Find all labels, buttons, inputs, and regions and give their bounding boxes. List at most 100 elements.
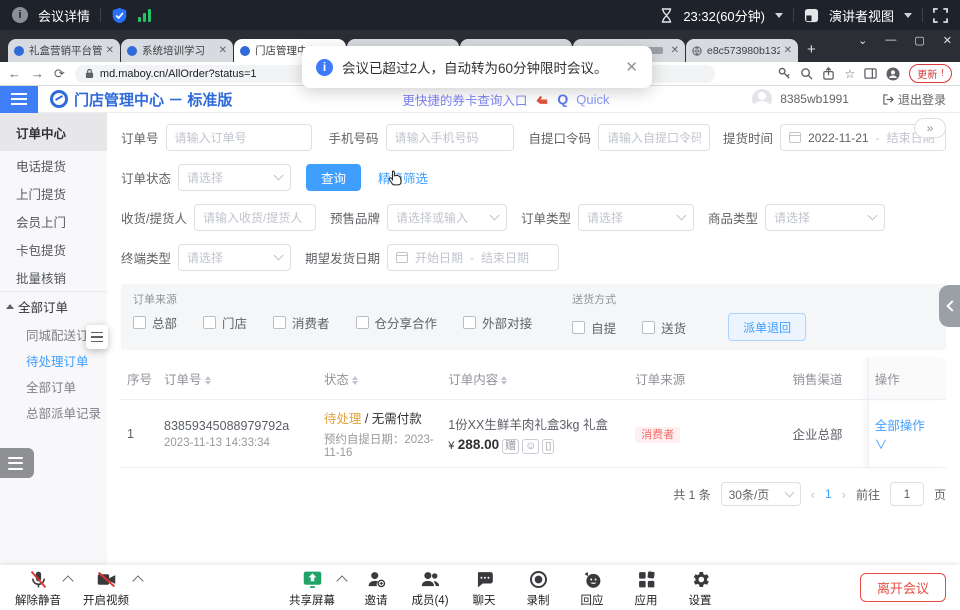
window-minimize-icon[interactable]: —	[885, 34, 896, 47]
phone-icon[interactable]: ▯	[542, 439, 554, 454]
sidebar-item-door-pickup[interactable]: 上门提货	[0, 179, 107, 207]
new-tab-button[interactable]: +	[807, 41, 816, 58]
checkbox-box[interactable]	[133, 316, 146, 329]
browser-tab[interactable]: 系统培训学习 ✕	[121, 39, 233, 62]
sidebar-item-member-visit[interactable]: 会员上门	[0, 207, 107, 235]
view-dropdown-icon[interactable]	[904, 13, 912, 18]
leave-meeting-button[interactable]: 离开会议	[860, 573, 946, 602]
user-avatar[interactable]	[752, 89, 772, 109]
checkbox-box[interactable]	[642, 321, 655, 334]
right-drawer-handle[interactable]	[939, 285, 960, 327]
floating-list-button[interactable]	[0, 448, 34, 478]
current-page[interactable]: 1	[825, 487, 832, 501]
profile-avatar-icon[interactable]	[886, 67, 900, 81]
search-button[interactable]: 查询	[306, 164, 361, 191]
checkbox-box[interactable]	[572, 321, 585, 334]
pickup-code-input[interactable]	[598, 124, 710, 151]
tab-close-icon[interactable]: ✕	[671, 45, 679, 56]
record-button[interactable]: 录制	[508, 569, 568, 608]
sidebar-item-pending-orders[interactable]: 待处理订单	[0, 347, 107, 373]
col-order-no[interactable]: 订单号	[158, 358, 318, 400]
checkbox-consumer[interactable]: 消费者	[273, 313, 330, 332]
checkbox-self-pickup[interactable]: 自提	[572, 318, 616, 337]
order-type-select[interactable]: 请选择	[578, 204, 694, 231]
checkbox-box[interactable]	[463, 316, 476, 329]
checkbox-store[interactable]: 门店	[203, 313, 247, 332]
sort-icon[interactable]	[205, 376, 211, 385]
browser-tab[interactable]: e8c573980b1328a258fd2e6 ✕	[686, 39, 798, 62]
checkbox-external[interactable]: 外部对接	[463, 313, 532, 332]
tab-close-icon[interactable]: ✕	[784, 45, 792, 56]
pickup-start-date[interactable]: 2022-11-21	[808, 131, 869, 145]
goto-page-input[interactable]	[890, 482, 924, 506]
next-page-button[interactable]: ›	[842, 487, 846, 502]
checkbox-headquarters[interactable]: 总部	[133, 313, 177, 332]
side-panel-icon[interactable]	[864, 67, 877, 80]
sidebar-item-phone-pickup[interactable]: 电话提货	[0, 151, 107, 179]
goods-type-select[interactable]: 请选择	[765, 204, 885, 231]
settings-button[interactable]: 设置	[670, 569, 730, 608]
order-number[interactable]: 83859345088979792a	[164, 419, 312, 433]
bookmark-star-icon[interactable]: ☆	[844, 67, 855, 81]
logout-button[interactable]: 退出登录	[883, 91, 946, 108]
sidebar-item-all-orders[interactable]: 全部订单	[0, 373, 107, 399]
brand-select[interactable]: 请选择或输入	[387, 204, 507, 231]
checkbox-box[interactable]	[273, 316, 286, 329]
service-icon[interactable]: ☺	[522, 439, 539, 454]
checkbox-delivery[interactable]: 送货	[642, 318, 686, 337]
browser-tab[interactable]: 礼盒营销平台管理中心 ✕	[8, 39, 120, 62]
expect-end-date[interactable]: 结束日期	[481, 249, 529, 266]
expect-start-date[interactable]: 开始日期	[415, 249, 463, 266]
meeting-details-label[interactable]: 会议详情	[38, 6, 90, 25]
start-video-button[interactable]: 开启视频	[76, 569, 136, 608]
back-icon[interactable]: ←	[8, 67, 21, 80]
shield-check-icon[interactable]	[111, 7, 128, 24]
receiver-input[interactable]	[194, 204, 316, 231]
zoom-icon[interactable]	[800, 67, 813, 80]
apps-button[interactable]: 应用	[616, 569, 676, 608]
all-actions-dropdown[interactable]: 全部操作 ∨	[875, 419, 925, 452]
quick-search-icon[interactable]: Q	[557, 91, 568, 107]
window-menu-icon[interactable]: ⌄	[858, 34, 867, 47]
sort-icon[interactable]	[501, 376, 507, 385]
reactions-button[interactable]: 回应	[562, 569, 622, 608]
gift-icon[interactable]: 赠	[502, 439, 519, 454]
prev-page-button[interactable]: ‹	[811, 487, 815, 502]
phone-input[interactable]	[386, 124, 514, 151]
hamburger-menu-button[interactable]	[0, 86, 38, 113]
window-close-icon[interactable]: ✕	[943, 34, 952, 47]
sidebar-item-batch-verify[interactable]: 批量核销	[0, 263, 107, 291]
quick-search-label[interactable]: Quick	[576, 92, 609, 107]
order-no-input[interactable]	[166, 124, 312, 151]
sort-icon[interactable]	[352, 376, 358, 385]
forward-icon[interactable]: →	[31, 67, 44, 80]
timer-dropdown-icon[interactable]	[775, 13, 783, 18]
sidebar-item-hq-dispatch-records[interactable]: 总部派单记录	[0, 399, 107, 425]
chrome-update-button[interactable]: 更新 !	[909, 64, 952, 83]
tab-close-icon[interactable]: ✕	[106, 45, 114, 56]
terminal-type-select[interactable]: 请选择	[178, 244, 291, 271]
unmute-button[interactable]: 解除静音	[8, 569, 68, 608]
simple-filter-link[interactable]: 精简筛选	[378, 168, 428, 187]
dispatch-return-button[interactable]: 派单退回	[728, 313, 806, 341]
order-status-select[interactable]: 请选择	[178, 164, 291, 191]
checkbox-box[interactable]	[356, 316, 369, 329]
coupon-query-link[interactable]: 更快捷的券卡查询入口	[402, 90, 527, 109]
share-icon[interactable]	[822, 67, 835, 80]
tab-close-icon[interactable]: ✕	[219, 45, 227, 56]
invite-button[interactable]: 邀请	[346, 569, 406, 608]
checkbox-box[interactable]	[203, 316, 216, 329]
members-button[interactable]: 成员(4)	[400, 569, 460, 608]
share-screen-button[interactable]: 共享屏幕	[282, 569, 342, 608]
key-icon[interactable]	[778, 67, 791, 80]
sidebar-item-card-pickup[interactable]: 卡包提货	[0, 235, 107, 263]
view-mode-label[interactable]: 演讲者视图	[829, 6, 894, 25]
fullscreen-icon[interactable]	[933, 8, 948, 23]
page-size-select[interactable]: 30条/页	[721, 482, 801, 506]
checkbox-warehouse-share[interactable]: 仓分享合作	[356, 313, 438, 332]
window-maximize-icon[interactable]: ▢	[914, 34, 924, 47]
col-status[interactable]: 状态	[318, 358, 442, 400]
chat-button[interactable]: 聊天	[454, 569, 514, 608]
expect-date-range[interactable]: 开始日期 - 结束日期	[387, 244, 559, 271]
col-content[interactable]: 订单内容	[442, 358, 629, 400]
